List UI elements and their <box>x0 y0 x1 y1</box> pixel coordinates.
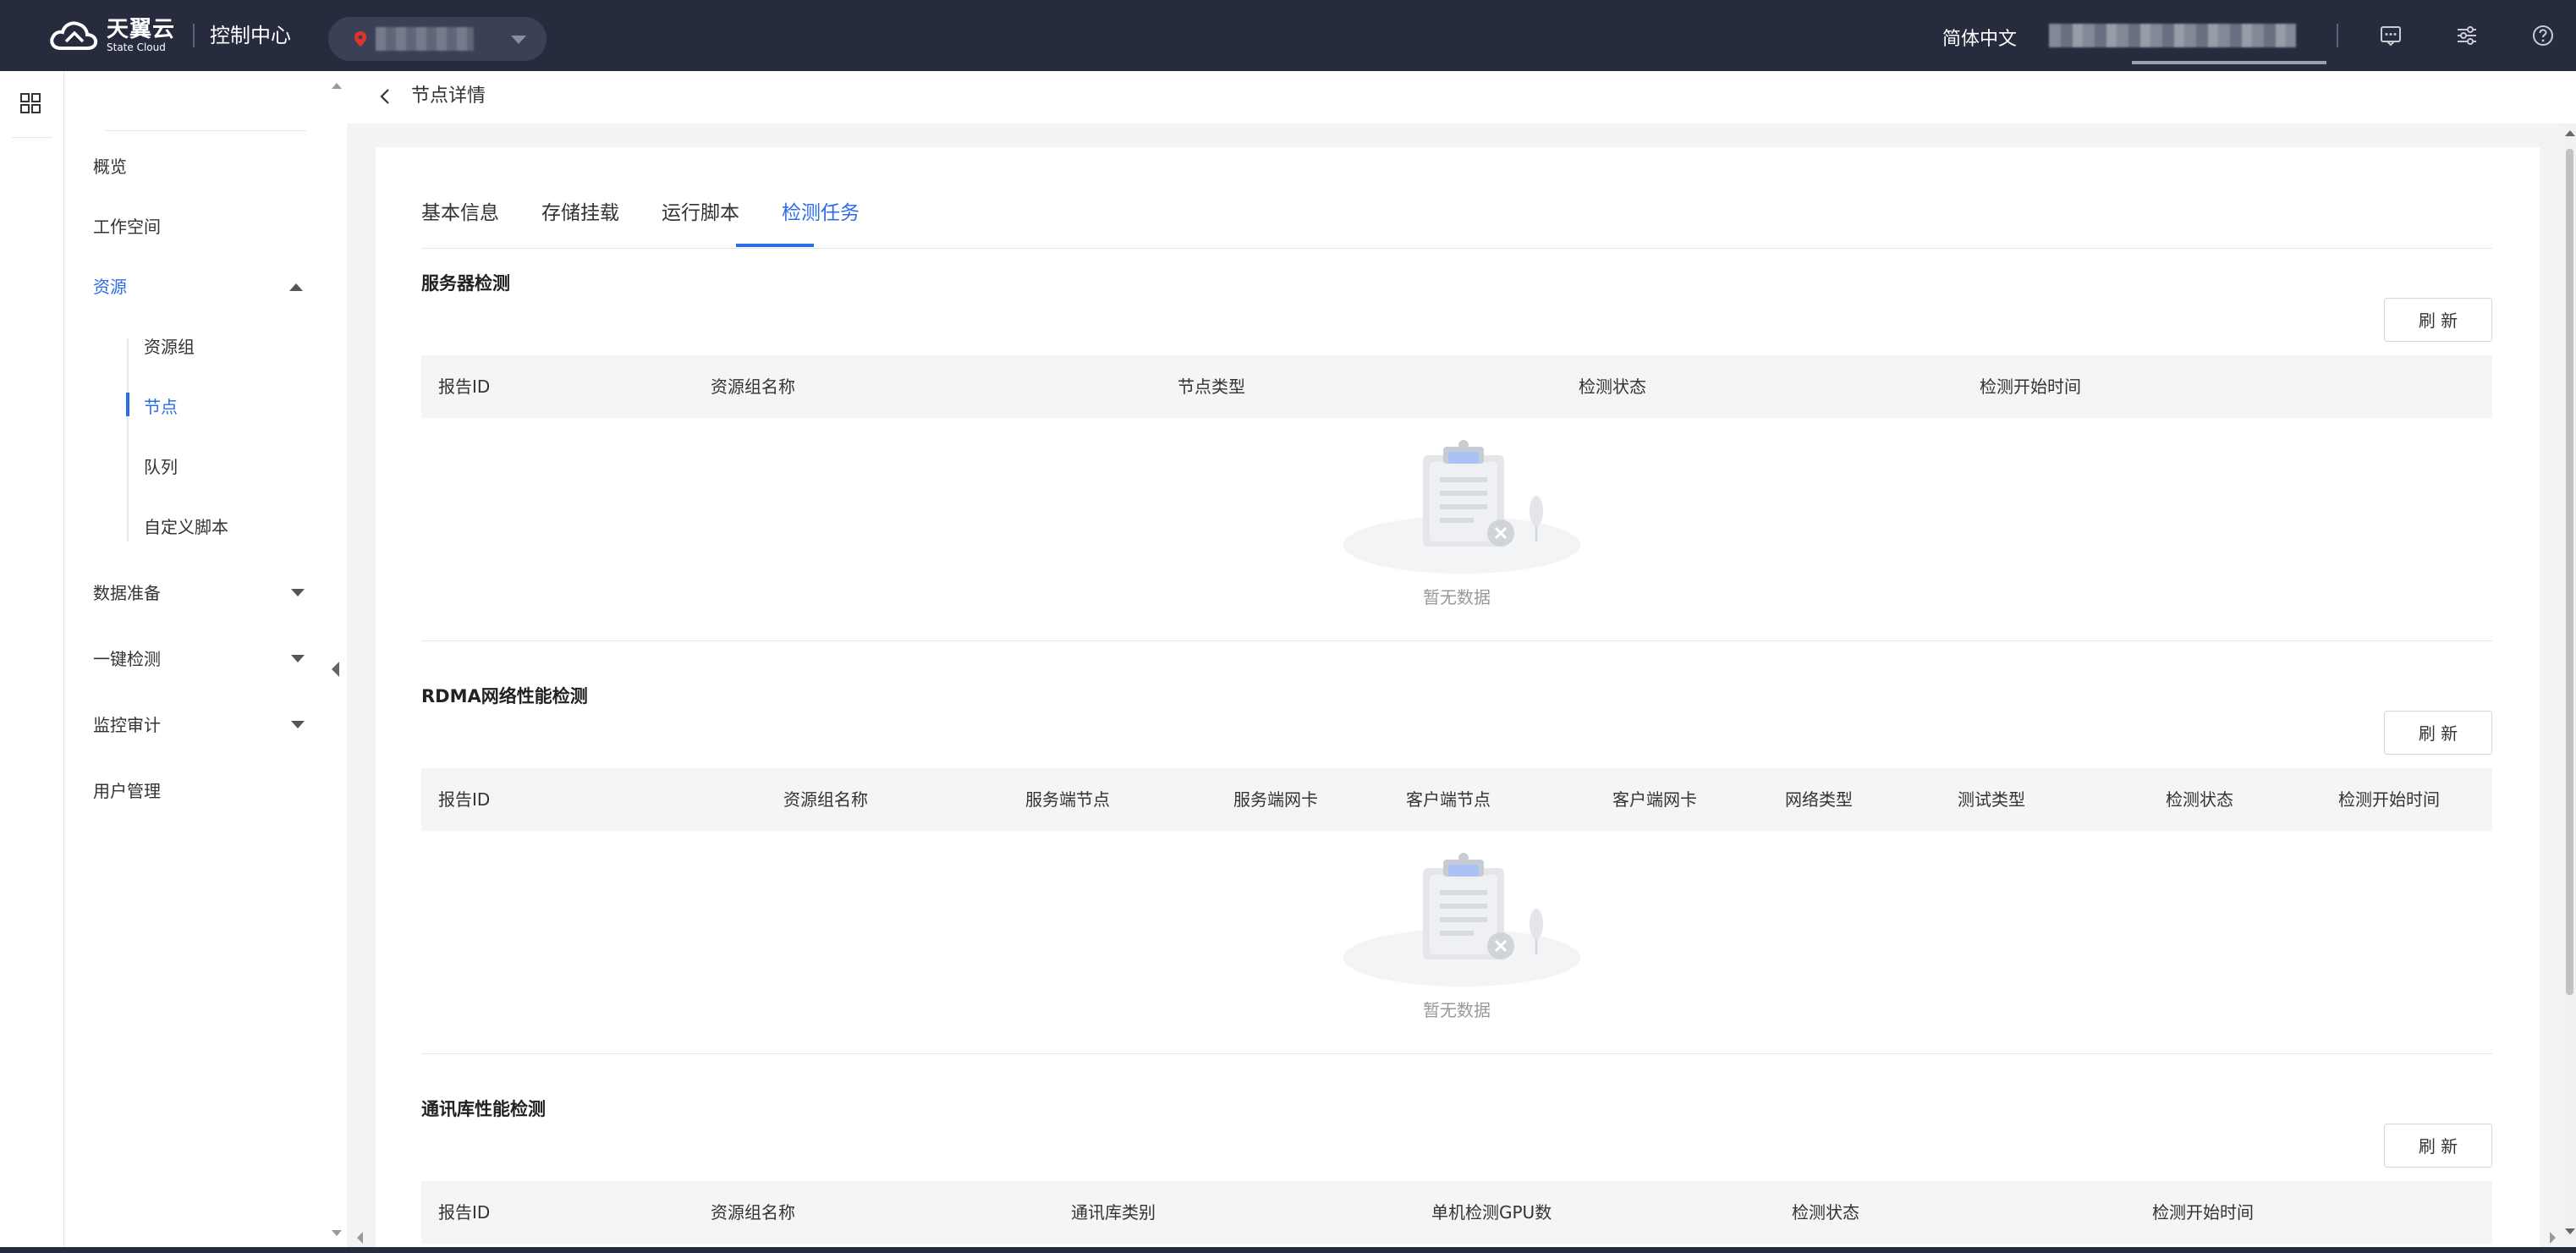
sidebar-subitem-node[interactable]: 节点 <box>144 394 178 420</box>
message-icon[interactable] <box>2377 22 2404 49</box>
section-title-comm-lib-check: 通讯库性能检测 <box>421 1099 546 1119</box>
sidebar-item-overview[interactable]: 概览 <box>93 154 127 179</box>
empty-state: 暂无数据 <box>421 418 2492 641</box>
tab-check-tasks[interactable]: 检测任务 <box>782 198 860 228</box>
topbar-divider <box>193 24 195 47</box>
sidebar-subitem-resource-group[interactable]: 资源组 <box>144 334 195 360</box>
column-header[interactable]: 客户端节点 <box>1406 785 1491 814</box>
refresh-button[interactable]: 刷 新 <box>2384 298 2492 342</box>
content-card: 基本信息 存储挂载 运行脚本 检测任务 服务器检测 刷 新 报告ID 资源组名称… <box>376 147 2540 1253</box>
sidebar-item-one-click-check[interactable]: 一键检测 <box>93 646 161 672</box>
language-switch[interactable]: 简体中文 <box>1942 24 2017 51</box>
app-rail <box>0 71 64 1253</box>
tab-active-indicator <box>736 244 814 247</box>
help-icon[interactable] <box>2529 22 2557 49</box>
sidebar-subitem-queue[interactable]: 队列 <box>144 454 178 480</box>
console-title[interactable]: 控制中心 <box>210 20 291 51</box>
empty-text: 暂无数据 <box>1423 1000 1491 1020</box>
chevron-down-icon[interactable] <box>291 655 305 662</box>
submenu-active-indicator <box>126 393 129 416</box>
sidebar: 概览 工作空间 资源 资源组 节点 队列 自定义脚本 数据准备 一键检测 监控审… <box>64 71 347 1253</box>
column-header[interactable]: 客户端网卡 <box>1612 785 1697 814</box>
sidebar-item-monitor-audit[interactable]: 监控审计 <box>93 712 161 738</box>
back-arrow-icon[interactable] <box>376 86 396 107</box>
region-name-redacted <box>376 27 474 51</box>
grid-apps-icon[interactable] <box>19 91 42 115</box>
column-header[interactable]: 报告ID <box>438 785 490 814</box>
tab-storage-mount[interactable]: 存储挂载 <box>541 198 619 228</box>
region-selector[interactable] <box>328 17 547 61</box>
section-title-rdma-check: RDMA网络性能检测 <box>421 686 588 706</box>
column-header[interactable]: 报告ID <box>438 1198 490 1227</box>
sidebar-item-user-mgmt[interactable]: 用户管理 <box>93 778 161 804</box>
scroll-left-arrow[interactable] <box>357 1232 363 1244</box>
refresh-button[interactable]: 刷 新 <box>2384 1124 2492 1168</box>
brand-name-en: State Cloud <box>107 41 166 53</box>
window-bottom-edge <box>0 1247 2576 1253</box>
column-header[interactable]: 检测状态 <box>1579 372 1646 401</box>
sidebar-item-resources[interactable]: 资源 <box>93 274 127 300</box>
caret-down-icon <box>511 36 526 44</box>
scrollbar-thumb[interactable] <box>2566 149 2573 995</box>
table-header: 报告ID 资源组名称 服务端节点 服务端网卡 客户端节点 客户端网卡 网络类型 … <box>421 768 2492 831</box>
section-title-server-check: 服务器检测 <box>421 273 510 294</box>
column-header[interactable]: 检测开始时间 <box>2152 1198 2254 1227</box>
table-header: 报告ID 资源组名称 通讯库类别 单机检测GPU数 检测状态 检测开始时间 <box>421 1181 2492 1244</box>
chevron-down-icon[interactable] <box>291 589 305 596</box>
empty-clipboard-icon <box>1343 853 1580 986</box>
cloud-logo-icon <box>50 21 98 50</box>
location-pin-icon <box>354 31 366 47</box>
top-bar: 天翼云 State Cloud 控制中心 简体中文 <box>0 0 2576 71</box>
sidebar-subitem-custom-script[interactable]: 自定义脚本 <box>144 514 228 540</box>
column-header[interactable]: 服务端节点 <box>1025 785 1110 814</box>
rail-divider <box>12 137 52 138</box>
column-header[interactable]: 检测状态 <box>1792 1198 1859 1227</box>
column-header[interactable]: 资源组名称 <box>711 372 795 401</box>
tab-bar: 基本信息 存储挂载 运行脚本 检测任务 <box>421 198 2492 249</box>
sidebar-scroll-down[interactable] <box>332 1230 342 1236</box>
column-header[interactable]: 检测开始时间 <box>1980 372 2081 401</box>
account-info-redacted[interactable] <box>2049 24 2296 47</box>
page-header: 节点详情 <box>347 71 2576 124</box>
column-header[interactable]: 网络类型 <box>1785 785 1853 814</box>
submenu-guide-line <box>127 338 129 541</box>
chevron-down-icon[interactable] <box>291 721 305 728</box>
chevron-up-icon[interactable] <box>289 283 303 291</box>
settings-sliders-icon[interactable] <box>2453 22 2480 49</box>
column-header[interactable]: 服务端网卡 <box>1233 785 1318 814</box>
sidebar-item-workspace[interactable]: 工作空间 <box>93 214 161 239</box>
empty-text: 暂无数据 <box>1423 587 1491 607</box>
account-underline <box>2132 61 2326 64</box>
column-header[interactable]: 检测状态 <box>2166 785 2233 814</box>
brand-logo[interactable]: 天翼云 State Cloud <box>47 15 175 56</box>
column-header[interactable]: 报告ID <box>438 372 490 401</box>
column-header[interactable]: 检测开始时间 <box>2338 785 2440 814</box>
column-header[interactable]: 测试类型 <box>1958 785 2025 814</box>
sidebar-scroll-up[interactable] <box>332 83 342 89</box>
tab-basic-info[interactable]: 基本信息 <box>421 198 499 228</box>
column-header[interactable]: 通讯库类别 <box>1071 1198 1156 1227</box>
sidebar-item-data-prep[interactable]: 数据准备 <box>93 580 161 606</box>
table-header: 报告ID 资源组名称 节点类型 检测状态 检测开始时间 <box>421 355 2492 418</box>
empty-clipboard-icon <box>1343 440 1580 574</box>
empty-state: 暂无数据 <box>421 831 2492 1054</box>
page-title: 节点详情 <box>411 85 486 107</box>
scroll-down-arrow[interactable] <box>2565 1228 2575 1234</box>
column-header[interactable]: 资源组名称 <box>783 785 868 814</box>
sidebar-collapse-button[interactable] <box>327 618 347 719</box>
column-header[interactable]: 节点类型 <box>1178 372 1245 401</box>
topbar-divider <box>2337 24 2338 47</box>
column-header[interactable]: 资源组名称 <box>711 1198 795 1227</box>
scroll-right-arrow[interactable] <box>2550 1232 2556 1244</box>
scroll-up-arrow[interactable] <box>2565 130 2575 136</box>
refresh-button[interactable]: 刷 新 <box>2384 711 2492 755</box>
brand-name: 天翼云 <box>107 17 176 42</box>
sidebar-divider <box>105 130 306 131</box>
column-header[interactable]: 单机检测GPU数 <box>1431 1198 1552 1227</box>
page-vertical-scrollbar[interactable] <box>2563 124 2576 1240</box>
tab-run-script[interactable]: 运行脚本 <box>662 198 739 228</box>
